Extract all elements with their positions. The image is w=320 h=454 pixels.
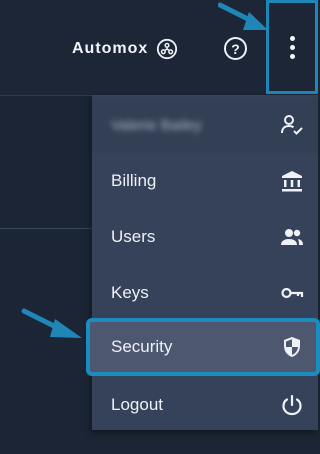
brand[interactable]: Automox — [72, 37, 178, 61]
kebab-dot — [289, 35, 295, 41]
menu-item-label: Logout — [111, 395, 163, 414]
menu-item-label: Billing — [111, 171, 157, 190]
help-button[interactable]: ? — [224, 37, 247, 60]
menu-item-billing[interactable]: Billing — [92, 153, 318, 209]
menu-item-label: Keys — [111, 283, 149, 302]
shield-icon — [284, 337, 300, 357]
menu-item-security[interactable]: Security — [86, 318, 320, 376]
users-icon — [281, 229, 303, 245]
account-menu: Valerie Bailey Billing Users Keys Securi… — [86, 95, 320, 433]
menu-item-keys[interactable]: Keys — [92, 265, 318, 321]
more-menu-button[interactable] — [266, 0, 318, 94]
key-icon — [281, 287, 304, 299]
automox-logo-icon — [157, 38, 178, 60]
divider — [0, 228, 92, 229]
help-icon: ? — [231, 40, 240, 57]
menu-item-label: Valerie Bailey — [111, 116, 202, 134]
menu-item-users[interactable]: Users — [92, 209, 318, 265]
power-icon — [282, 394, 302, 416]
menu-item-label: Security — [111, 337, 173, 356]
top-bar: Automox ? — [0, 0, 318, 96]
user-check-icon — [281, 115, 303, 135]
menu-item-user[interactable]: Valerie Bailey — [92, 97, 318, 153]
menu-item-logout[interactable]: Logout — [92, 377, 318, 433]
menu-item-label: Users — [111, 227, 156, 246]
kebab-dot — [289, 44, 295, 50]
annotation-arrow-top — [218, 2, 268, 30]
bank-icon — [282, 171, 302, 192]
annotation-arrow-security — [21, 308, 82, 338]
kebab-dot — [289, 53, 295, 59]
brand-name: Automox — [72, 40, 149, 57]
